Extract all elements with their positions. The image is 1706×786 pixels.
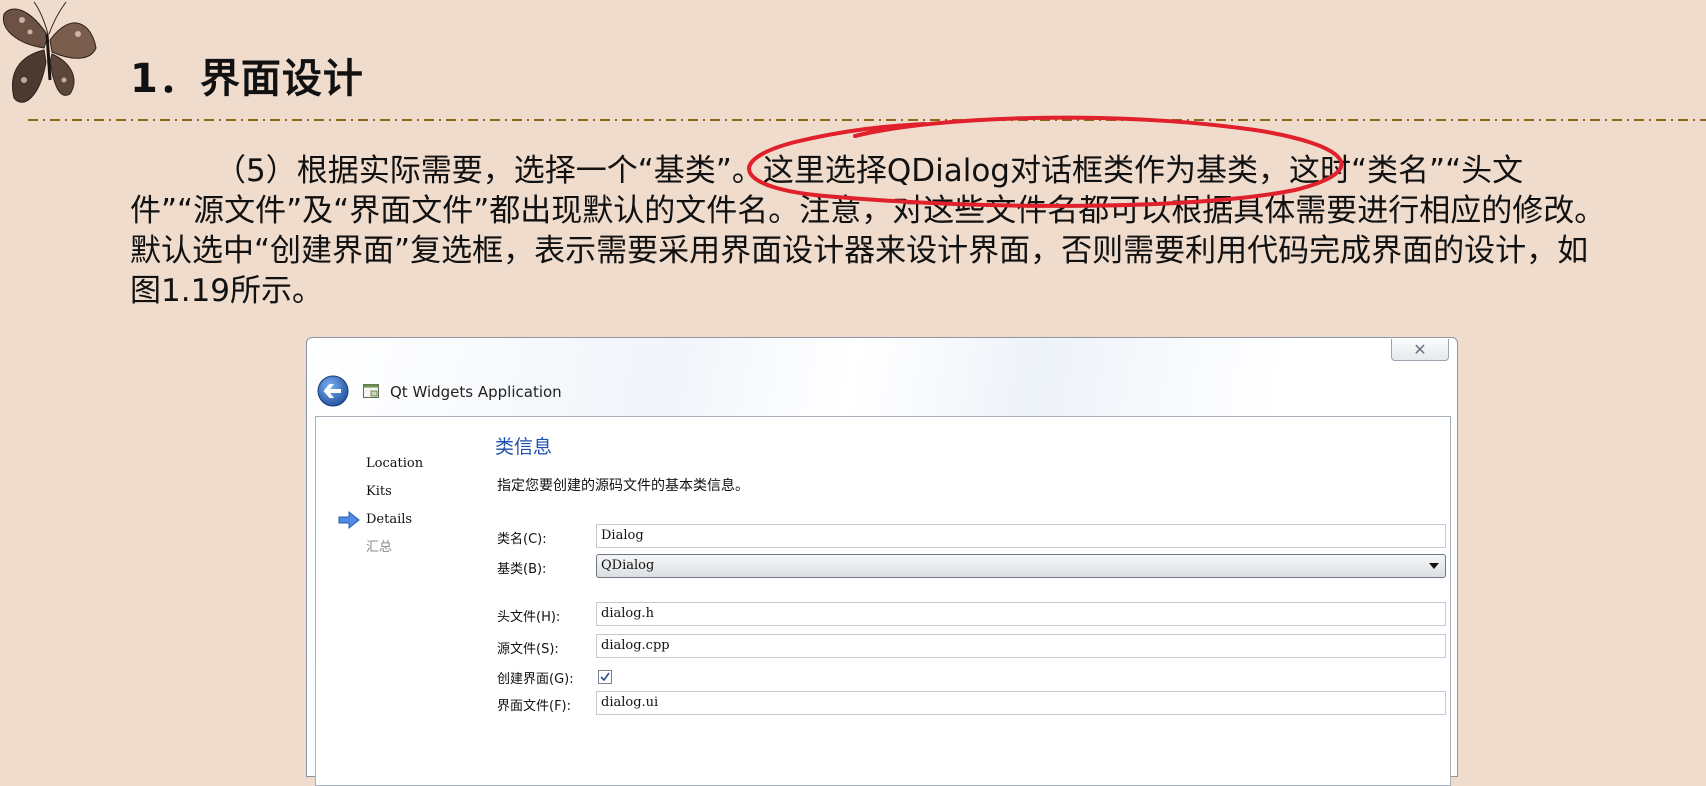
base-class-label: 基类(B): [497,562,547,577]
new-project-wizard-dialog: ✕ Qt Widgets Application Location Kits D… [306,337,1458,786]
step-location: Location [366,456,424,471]
section-title: 类信息 [495,436,553,458]
generate-form-label: 创建界面(G): [497,672,574,687]
wizard-panel: Location Kits Details 汇总 类信息 指定您要创建的源码文件… [315,416,1451,786]
form-file-input[interactable]: dialog.ui [596,691,1446,715]
title-divider [28,119,1706,121]
class-name-input[interactable]: Dialog [596,524,1446,548]
source-file-input[interactable]: dialog.cpp [596,634,1446,658]
step-kits: Kits [366,484,392,499]
checkmark-icon [600,672,610,682]
section-description: 指定您要创建的源码文件的基本类信息。 [497,478,749,494]
current-step-arrow-icon [338,511,360,529]
close-button[interactable]: ✕ [1391,339,1449,361]
header-file-label: 头文件(H): [497,610,561,625]
generate-form-checkbox[interactable] [598,670,612,684]
form-file-label: 界面文件(F): [497,699,572,714]
base-class-value: QDialog [601,558,655,573]
header-file-input[interactable]: dialog.h [596,602,1446,626]
wizard-steps: Location Kits Details 汇总 [366,454,423,566]
base-class-select[interactable]: QDialog [596,554,1446,578]
step-summary: 汇总 [366,540,393,555]
window-app-icon [363,384,379,398]
step-details: Details [366,512,413,527]
dialog-title: Qt Widgets Application [390,383,562,401]
back-arrow-icon[interactable] [317,375,349,407]
chevron-down-icon [1429,563,1439,569]
butterfly-decoration [2,1,97,103]
source-file-label: 源文件(S): [497,642,559,657]
slide-paragraph: （5）根据实际需要，选择一个“基类”。这里选择QDialog对话框类作为基类，这… [130,153,1606,309]
slide-title: 1．界面设计 [130,56,364,102]
class-name-label: 类名(C): [497,532,547,547]
